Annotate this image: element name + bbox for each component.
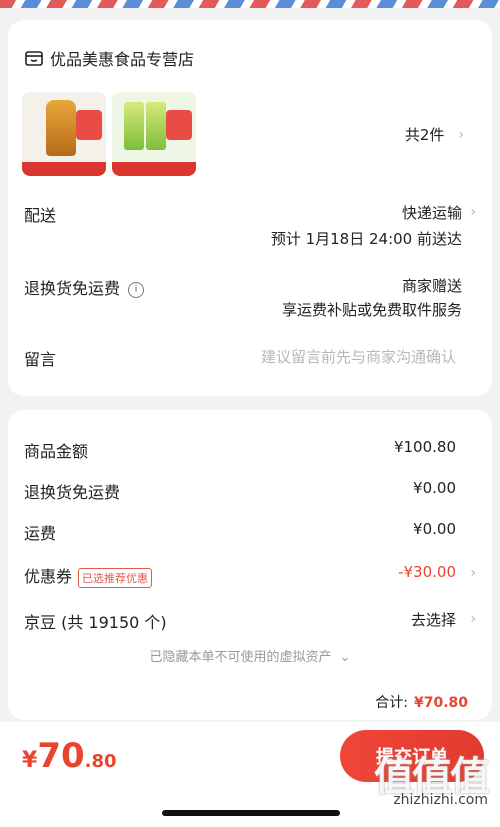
total-amount: ¥70.80 — [413, 695, 468, 711]
message-input[interactable]: 建议留言前先与商家沟通确认 — [261, 346, 456, 367]
hidden-assets-toggle[interactable]: 已隐藏本单不可使用的虚拟资产 ⌄ — [8, 646, 492, 665]
store-icon — [25, 51, 43, 66]
price-summary-card: 商品金额 ¥100.80 退换货免运费 ¥0.00 运费 ¥0.00 优惠券 已选… — [8, 410, 492, 720]
total-label: 合计: — [375, 695, 408, 711]
delivery-label: 配送 — [24, 206, 57, 225]
chevron-right-icon: › — [458, 126, 464, 143]
currency-symbol: ¥ — [22, 748, 38, 773]
noodle-bag-image — [146, 102, 166, 150]
goods-amount-value: ¥100.80 — [393, 438, 456, 456]
airmail-border — [0, 0, 500, 8]
jingdou-action: 去选择 — [410, 611, 456, 629]
shipping-value: ¥0.00 — [413, 520, 456, 538]
chevron-right-icon: › — [470, 204, 476, 220]
message-label: 留言 — [24, 350, 57, 369]
return-fee-value: ¥0.00 — [413, 479, 456, 497]
jingdou-label: 京豆 (共 19150 个) — [24, 613, 167, 632]
order-card: 优品美惠食品专营店 共2件 › 配送 快递运输 › 预计 1月18日 24:00… — [8, 20, 492, 396]
watermark-url: zhizhizhi.com — [393, 792, 488, 808]
store-name: 优品美惠食品专营店 — [50, 50, 195, 69]
delivery-eta: 预计 1月18日 24:00 前送达 — [270, 230, 462, 248]
promo-strip — [22, 162, 106, 176]
shipping-label: 运费 — [24, 524, 57, 543]
noodle-bag-image — [124, 102, 144, 150]
return-fee-label: 退换货免运费 — [24, 483, 121, 502]
store-header[interactable]: 优品美惠食品专营店 — [24, 46, 194, 70]
coupon-label-wrap: 优惠券 已选推荐优惠 — [24, 563, 153, 588]
coupon-value: -¥30.00 — [398, 563, 456, 581]
oil-bottle-image — [46, 100, 76, 156]
goods-amount-label: 商品金额 — [24, 442, 89, 461]
product-thumbnail[interactable] — [22, 92, 106, 176]
delivery-method: 快递运输 — [401, 204, 462, 222]
chevron-right-icon: › — [470, 611, 476, 627]
return-insurance-value: 商家赠送 — [401, 277, 462, 295]
payable-price: ¥70.80 — [22, 736, 117, 776]
promo-tag — [166, 110, 192, 140]
hidden-assets-text: 已隐藏本单不可使用的虚拟资产 — [149, 650, 332, 665]
price-integer: 70 — [37, 736, 85, 776]
product-thumbnail[interactable] — [112, 92, 196, 176]
coupon-label: 优惠券 — [24, 567, 73, 586]
checkout-bar: ¥70.80 提交订单 值值值 zhizhizhi.com — [0, 722, 500, 827]
coupon-badge: 已选推荐优惠 — [78, 567, 153, 588]
product-count-label: 共2件 — [404, 126, 445, 144]
promo-tag — [76, 110, 102, 140]
promo-strip — [112, 162, 196, 176]
chevron-right-icon: › — [470, 565, 476, 581]
info-icon[interactable]: i — [128, 281, 145, 298]
home-indicator[interactable] — [162, 810, 340, 816]
return-insurance-label-wrap: 退换货免运费 i — [24, 275, 145, 299]
return-insurance-label: 退换货免运费 — [24, 279, 121, 298]
total-row: 合计: ¥70.80 — [375, 692, 468, 712]
price-decimal: .80 — [84, 751, 117, 772]
return-insurance-row[interactable]: 退换货免运费 i 商家赠送 享运费补贴或免费取件服务 — [24, 275, 476, 325]
chevron-down-icon: ⌄ — [339, 650, 351, 665]
delivery-row[interactable]: 配送 快递运输 › 预计 1月18日 24:00 前送达 — [24, 202, 476, 252]
product-count[interactable]: 共2件 › — [405, 124, 464, 145]
message-row[interactable]: 留言 建议留言前先与商家沟通确认 — [24, 346, 476, 370]
return-insurance-desc: 享运费补贴或免费取件服务 — [281, 301, 462, 319]
